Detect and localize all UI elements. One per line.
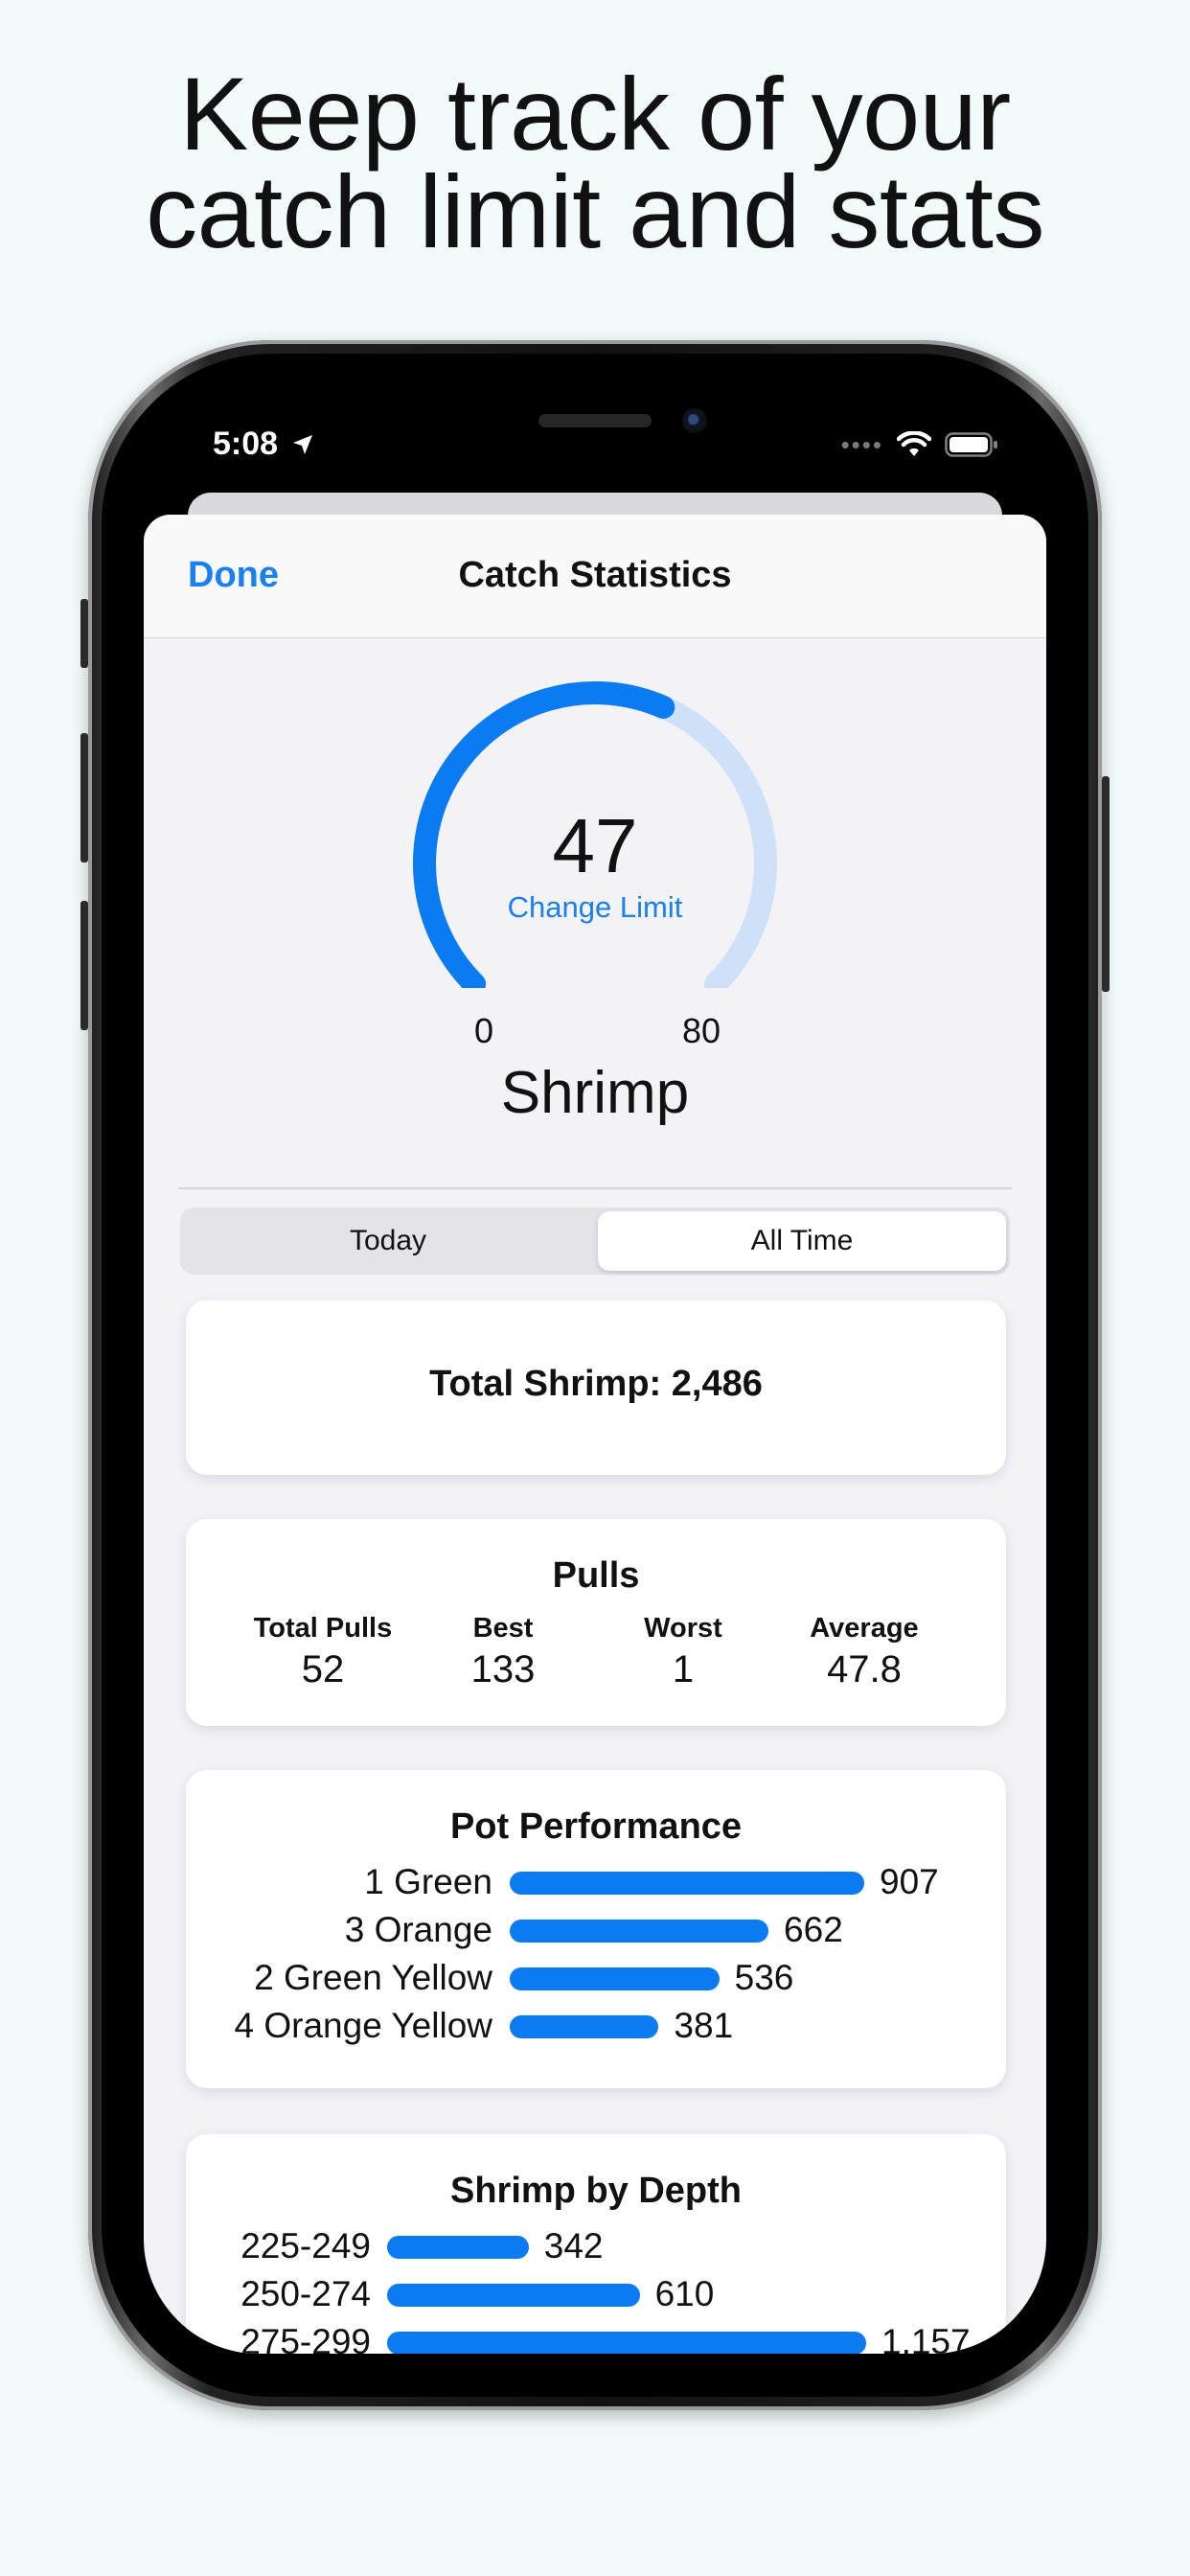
bar [510,1872,864,1895]
stat-label: Best [472,1613,534,1644]
stat-value: 133 [470,1648,536,1690]
volume-down-button [80,901,88,1030]
bar-row: 250-274 610 [186,2270,1006,2318]
bar-value: 1,157 [881,2322,971,2354]
headline-line-2: catch limit and stats [146,153,1044,269]
bar [387,2236,529,2259]
bar-value: 381 [674,2006,734,2045]
stat-total-pulls: Total Pulls 52 [227,1613,419,1691]
bar-row: 1 Green 907 [186,1858,1006,1906]
stat-worst: Worst 1 [587,1613,779,1691]
navigation-bar: Done Catch Statistics [144,515,1046,638]
mute-switch [80,599,88,668]
species-name: Shrimp [500,1060,690,1126]
segment-today[interactable]: Today [184,1211,592,1271]
bar-row: 275-299 1,157 [186,2318,1006,2354]
period-segmented-control: Today All Time [180,1208,1010,1275]
bar-value: 342 [543,2226,604,2266]
bar-row: 2 Green Yellow 536 [186,1954,1006,2002]
stat-average: Average 47.8 [768,1613,960,1691]
catch-statistics-sheet: Done Catch Statistics 47 Change Limit 0 … [144,515,1046,2354]
battery-icon [945,432,997,457]
gauge-max-label: 80 [682,1011,721,1050]
bar-label: 3 Orange [344,1910,492,1949]
stat-value: 52 [301,1648,345,1690]
bar-value: 662 [784,1910,843,1949]
earpiece-speaker [538,414,652,427]
stat-best: Best 133 [407,1613,599,1691]
bar [387,2284,640,2307]
bar-label: 250-274 [240,2274,371,2313]
headline-line-1: Keep track of your [179,56,1011,172]
segment-all-time[interactable]: All Time [598,1211,1006,1271]
pulls-card: Pulls Total Pulls 52 Best 133 Worst 1 Av… [186,1519,1006,1726]
gauge-value: 47 [552,803,638,888]
wifi-icon [897,431,931,456]
headline: Keep track of your catch limit and stats [0,56,1190,269]
bar-label: 1 Green [364,1862,492,1901]
total-card: Total Shrimp: 2,486 [186,1300,1006,1475]
bar-value: 536 [734,1958,794,1997]
bar [510,1920,769,1943]
bar-row: 225-249 342 [186,2222,1006,2270]
bar [510,1967,720,1990]
bar-value: 907 [880,1862,939,1901]
stat-label: Worst [644,1613,722,1644]
change-limit-button[interactable]: Change Limit [144,890,1046,925]
bar-row: 3 Orange 662 [186,1906,1006,1954]
status-icons: •••• [841,426,998,464]
pot-performance-title: Pot Performance [449,1806,743,1847]
total-shrimp-text: Total Shrimp: 2,486 [429,1364,763,1404]
location-arrow-icon [292,435,312,454]
phone-screen: 5:08 •••• Done Catch Statistics 47 Chang… [144,376,1046,2354]
depth-card: Shrimp by Depth 225-249 342 250-274 610 275-… [186,2134,1006,2354]
bar-row: 4 Orange Yellow 381 [186,2002,1006,2050]
cellular-dots-icon: •••• [840,429,883,459]
bar-label: 4 Orange Yellow [234,2006,492,2045]
bar-label: 225-249 [240,2226,371,2266]
depth-title: Shrimp by Depth [449,2171,743,2211]
volume-up-button [80,733,88,862]
pot-performance-card: Pot Performance 1 Green 907 3 Orange 662 2 G… [186,1770,1006,2088]
status-time: 5:08 [213,426,314,463]
stat-value: 1 [672,1648,695,1690]
bar-value: 610 [654,2274,715,2313]
bar-label: 2 Green Yellow [254,1958,492,1997]
gauge-min-label: 0 [474,1011,494,1050]
page-title: Catch Statistics [458,555,732,595]
stat-label: Total Pulls [253,1613,393,1644]
divider [178,1187,1012,1189]
stat-value: 47.8 [827,1648,902,1690]
bar [510,2015,659,2038]
front-camera [682,408,707,433]
bar [387,2332,866,2354]
bar-label: 275-299 [240,2322,371,2354]
stat-label: Average [810,1613,919,1644]
pulls-title: Pulls [552,1555,640,1596]
power-button [1102,776,1110,992]
